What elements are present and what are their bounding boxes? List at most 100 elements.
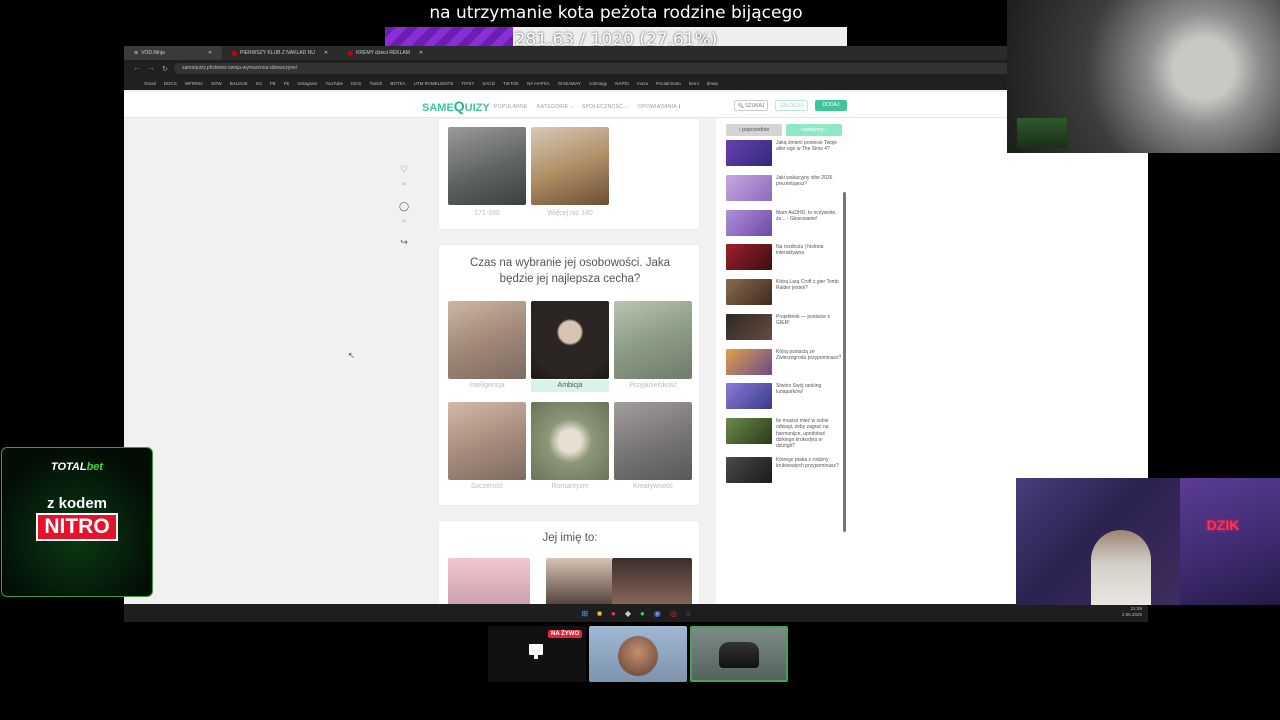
option-image[interactable] bbox=[448, 301, 526, 379]
menu-categories[interactable]: KATEGORIE ⌵ bbox=[537, 104, 574, 110]
related-quiz-item[interactable]: Którą postacią ze Zwierzogrodu przypomin… bbox=[724, 349, 842, 377]
option-image[interactable] bbox=[614, 301, 692, 379]
obs-icon[interactable]: ◎ bbox=[670, 609, 677, 618]
browser-tab[interactable]: ⊕ VOD.Ninja ✕ bbox=[124, 46, 223, 60]
bookmark-item[interactable]: Twitch bbox=[370, 81, 383, 86]
related-quiz-item[interactable]: Projektnek — postacie z GIER! bbox=[724, 314, 842, 342]
related-quiz-item[interactable]: Na rozdrożu | historia interaktywna bbox=[724, 244, 842, 272]
related-quiz-title: Stwórz Swój ranking lunaparków! bbox=[776, 383, 822, 396]
discord-icon[interactable]: ◉ bbox=[654, 609, 661, 618]
app-icon[interactable]: ◌ bbox=[686, 609, 691, 618]
bookmark-item[interactable]: FE bbox=[284, 81, 290, 86]
comment-count: 16 bbox=[401, 218, 407, 223]
forward-icon[interactable]: → bbox=[146, 65, 156, 72]
live-badge: NA ŻYWO bbox=[548, 630, 583, 638]
call-tile-user-speaking[interactable] bbox=[690, 626, 788, 682]
bookmark-item[interactable]: zohmagy bbox=[589, 81, 607, 86]
search-button[interactable]: 🔍 SZUKAJ bbox=[734, 100, 768, 111]
bookmark-item[interactable]: SOW bbox=[211, 81, 222, 86]
spotify-icon[interactable]: ● bbox=[640, 609, 645, 618]
like-count: 66 bbox=[401, 181, 407, 186]
browser-tab[interactable]: KREMY dzieci REKLAM ✕ bbox=[338, 46, 433, 60]
question-card-name: Jej imię to: bbox=[438, 520, 700, 604]
sidebar-scrollbar[interactable] bbox=[843, 192, 846, 532]
login-button[interactable]: ZALOGUJ bbox=[775, 100, 808, 111]
bookmark-item[interactable]: muza bbox=[637, 81, 648, 86]
bookmark-item[interactable]: KICK bbox=[351, 81, 362, 86]
related-quiz-item[interactable]: Którego ptaka z rodziny krukowatych przy… bbox=[724, 457, 842, 485]
ad-code-label: z kodem bbox=[46, 495, 107, 512]
related-quiz-item[interactable]: Stwórz Swój ranking lunaparków! bbox=[724, 383, 842, 411]
option-image[interactable] bbox=[448, 558, 530, 604]
back-icon[interactable]: ← bbox=[132, 65, 142, 72]
next-button[interactable]: następny › bbox=[786, 124, 842, 136]
option-image[interactable] bbox=[614, 402, 692, 480]
bookmark-item[interactable]: Gmail bbox=[144, 81, 156, 86]
option-image[interactable] bbox=[612, 558, 692, 604]
file-explorer-icon[interactable]: ■ bbox=[597, 609, 602, 618]
call-tile-screen[interactable]: NA ŻYWO bbox=[488, 626, 586, 682]
reload-icon[interactable]: ↻ bbox=[160, 65, 170, 73]
bookmark-item[interactable]: dmep bbox=[707, 81, 718, 86]
prev-button[interactable]: ‹ poprzednie bbox=[726, 124, 782, 136]
related-quiz-thumbnail bbox=[726, 210, 772, 236]
menu-stories[interactable]: OPOWIADANIA ℹ bbox=[638, 104, 681, 110]
related-quiz-thumbnail bbox=[726, 175, 772, 201]
related-quiz-thumbnail bbox=[726, 314, 772, 340]
url-input[interactable]: samequizy.pl/stworz-swoja-wymarzona-dzie… bbox=[174, 63, 1034, 74]
clock-date: 2.06.2026 bbox=[1121, 612, 1142, 617]
bookmark-item[interactable]: NA HAPSA bbox=[527, 81, 550, 86]
chrome-icon[interactable]: ● bbox=[611, 609, 616, 618]
bookmark-item[interactable]: BOTKA bbox=[390, 81, 405, 86]
bookmark-item[interactable]: GIVEAWAY bbox=[558, 81, 581, 86]
option-label: Romantyzm bbox=[551, 483, 589, 490]
option-image[interactable] bbox=[531, 402, 609, 480]
option-image[interactable] bbox=[448, 127, 526, 205]
bookmark-item[interactable]: G4 bbox=[256, 81, 262, 86]
neon-sign-logo: DZIK bbox=[1206, 517, 1240, 533]
site-logo[interactable]: SAMEQUIZY bbox=[422, 98, 490, 114]
related-quiz-title: Którą postacią ze Zwierzogrodu przypomin… bbox=[776, 349, 842, 362]
bookmark-item[interactable]: TIPSY bbox=[461, 81, 474, 86]
add-button[interactable]: DODAJ bbox=[815, 100, 847, 111]
related-quiz-thumbnail bbox=[726, 457, 772, 483]
webcam-guest bbox=[1016, 478, 1180, 605]
related-quiz-title: Na rozdrożu | historia interaktywna bbox=[776, 244, 824, 257]
option-image[interactable] bbox=[531, 127, 609, 205]
option-image[interactable] bbox=[546, 558, 612, 604]
screen-share-stand bbox=[534, 655, 538, 659]
bookmark-item[interactable]: Instagram bbox=[297, 81, 317, 86]
related-quiz-item[interactable]: Ile musisz mieć w sobie odwagi, żeby zag… bbox=[724, 418, 842, 449]
related-quiz-item[interactable]: Którą Larą Croft z gier Tomb Raider jest… bbox=[724, 279, 842, 307]
menu-popular[interactable]: POPULARNE bbox=[494, 104, 528, 110]
related-quiz-item[interactable]: Mam AuDHD, to oczywiste, że... - Głosowa… bbox=[724, 210, 842, 238]
bookmark-item[interactable]: FB bbox=[270, 81, 276, 86]
related-quiz-thumbnail bbox=[726, 140, 772, 166]
option-image-selected[interactable] bbox=[531, 301, 609, 379]
bookmark-item[interactable]: WFIRMA bbox=[185, 81, 203, 86]
bookmark-item[interactable]: NAPD! bbox=[615, 81, 629, 86]
related-quiz-item[interactable]: Jaki wakacyjny vibe 2026 prezentujesz? bbox=[724, 175, 842, 203]
option-image[interactable] bbox=[448, 402, 526, 480]
menu-community[interactable]: SPOŁECZNOŚĆ ⌵ bbox=[582, 104, 629, 110]
bookmark-item[interactable]: herni bbox=[689, 81, 699, 86]
windows-start-icon[interactable]: ⊞ bbox=[581, 609, 588, 618]
bookmark-item[interactable]: TIKTOK bbox=[503, 81, 519, 86]
related-quiz-title: Jaki wakacyjny vibe 2026 prezentujesz? bbox=[776, 175, 833, 188]
steam-icon[interactable]: ◆ bbox=[625, 609, 631, 618]
screen-share-icon bbox=[529, 644, 543, 655]
related-quiz-item[interactable]: Jaką śmierć poniesie Twoje alter ego w T… bbox=[724, 140, 842, 168]
bookmark-item[interactable]: YouTube bbox=[325, 81, 343, 86]
share-icon[interactable]: ↪ bbox=[396, 237, 412, 248]
bookmark-item[interactable]: DOCS bbox=[164, 81, 177, 86]
related-quiz-title: Projektnek — postacie z GIER! bbox=[776, 314, 830, 327]
browser-tab[interactable]: PIERWSZY KLUB Z NAKLAD NU ✕ bbox=[222, 46, 338, 60]
bookmark-item[interactable]: BALDUK bbox=[230, 81, 248, 86]
bookmark-item[interactable]: SACD bbox=[482, 81, 495, 86]
heart-icon[interactable]: ♡ bbox=[396, 164, 412, 175]
bookmark-item[interactable]: Pocialnmeto bbox=[656, 81, 681, 86]
left-gutter: ♡ 66 ◯ 16 ↪ ↖ bbox=[124, 118, 420, 604]
call-tile-user[interactable] bbox=[589, 626, 687, 682]
bookmark-item[interactable]: UTM RAMELIENTS bbox=[414, 81, 454, 86]
comment-icon[interactable]: ◯ bbox=[396, 201, 412, 212]
